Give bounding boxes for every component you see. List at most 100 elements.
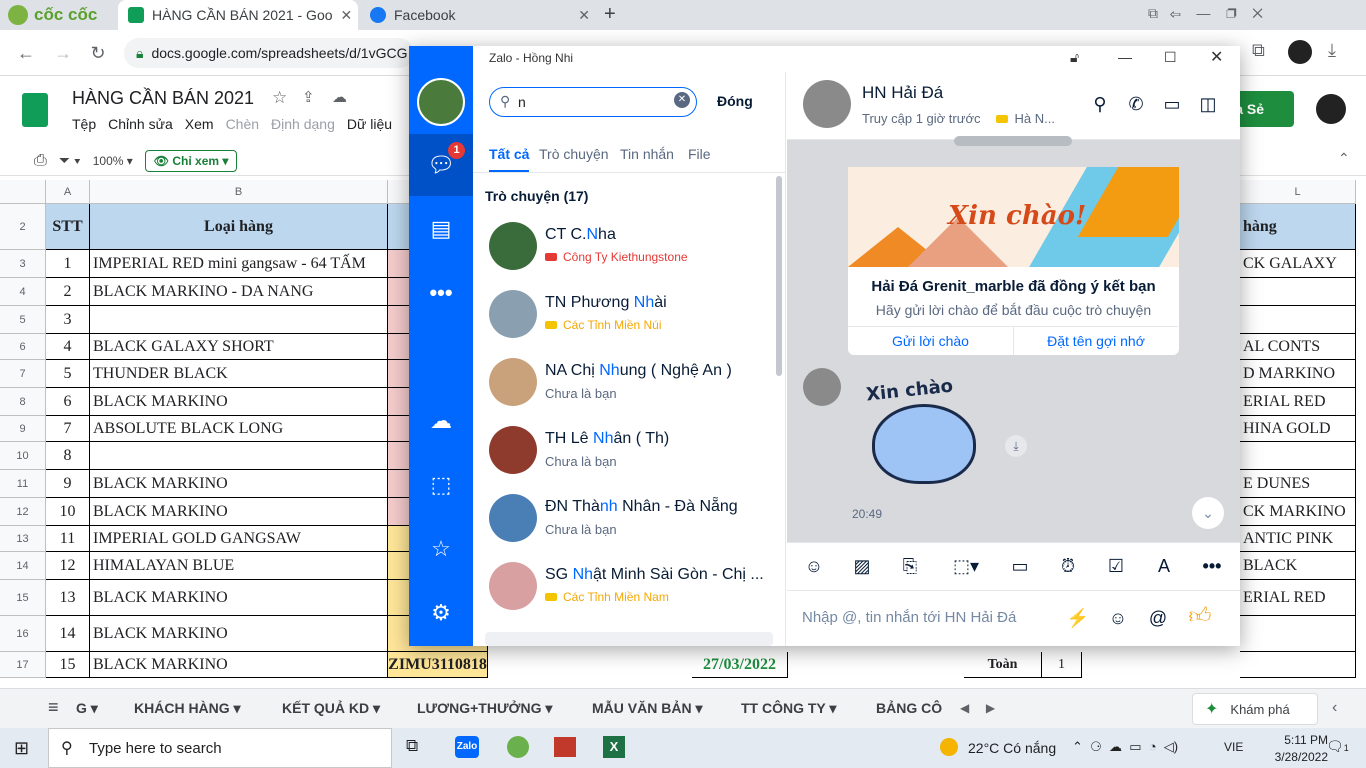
zalo-taskbar-icon[interactable]: Zalo <box>455 736 479 758</box>
menu-insert[interactable]: Chèn <box>226 116 259 132</box>
back-icon[interactable]: ← <box>13 40 39 66</box>
collapse-toolbar-icon[interactable]: ⌃ <box>1338 150 1350 167</box>
more-options-icon[interactable]: ••• <box>1200 554 1224 578</box>
tab-files[interactable]: File <box>688 146 711 162</box>
cell-person[interactable]: Toàn <box>964 652 1042 678</box>
menu-data[interactable]: Dữ liệu <box>347 116 392 132</box>
tab-facebook[interactable]: Facebook ✕ <box>360 0 600 30</box>
cell-stt[interactable]: 1 <box>46 250 90 278</box>
view-only-button[interactable]: 👁 Chỉ xem ▾ <box>144 149 238 172</box>
cell-loai-hang[interactable]: BLACK MARKINO <box>90 388 388 416</box>
cell-stt[interactable]: 14 <box>46 616 90 652</box>
cell-stt[interactable]: 3 <box>46 306 90 334</box>
menu-format[interactable]: Định dạng <box>271 116 335 132</box>
image-icon[interactable]: ▨ <box>850 554 874 578</box>
cell-stt[interactable]: 2 <box>46 278 90 306</box>
close-window-icon[interactable]: ✕ <box>1210 47 1223 67</box>
close-tab-icon[interactable]: ✕ <box>570 7 590 24</box>
cell-stt[interactable]: 4 <box>46 334 90 360</box>
cell-loai-hang[interactable]: BLACK GALAXY SHORT <box>90 334 388 360</box>
cell-l[interactable] <box>1240 442 1356 470</box>
new-tab-icon[interactable]: + <box>604 3 616 26</box>
sheet-tab-tt-cong-ty[interactable]: TT CÔNG TY ▾ <box>741 689 836 729</box>
row-header[interactable]: 5 <box>0 306 46 334</box>
clock-date[interactable]: 3/28/2022 <box>1272 750 1328 764</box>
cell-loai-hang[interactable]: BLACK MARKINO <box>90 498 388 526</box>
cell-loai-hang[interactable]: BLACK MARKINO <box>90 652 388 678</box>
app-taskbar-icon[interactable] <box>554 737 576 757</box>
cell-stt[interactable]: 5 <box>46 360 90 388</box>
select-all-corner[interactable] <box>0 180 46 204</box>
voice-call-icon[interactable]: ✆ <box>1124 92 1148 116</box>
cell-stt[interactable]: 15 <box>46 652 90 678</box>
row-header[interactable]: 7 <box>0 360 46 388</box>
header-col-l[interactable]: hàng <box>1240 204 1356 250</box>
taskbar-search[interactable]: ⚲ Type here to search <box>48 728 392 768</box>
cell-stt[interactable]: 9 <box>46 470 90 498</box>
cell-l[interactable]: D MARKINO <box>1240 360 1356 388</box>
settings-nav-icon[interactable]: ⚙ <box>409 582 473 644</box>
zoom-select[interactable]: 100% ▾ <box>93 154 133 168</box>
pin-lock-icon[interactable]: 🔓︎ <box>1070 49 1079 66</box>
video-call-icon[interactable]: ▭ <box>1160 92 1184 116</box>
favorites-nav-icon[interactable]: ☆ <box>409 518 473 580</box>
sticker-icon[interactable]: ☺ <box>802 554 826 578</box>
cell-l[interactable]: CK MARKINO <box>1240 498 1356 526</box>
sheet-tab-ket-qua-kd[interactable]: KẾT QUẢ KD ▾ <box>282 689 380 729</box>
close-tab-icon[interactable]: ✕ <box>333 7 353 24</box>
sender-avatar[interactable] <box>803 368 841 406</box>
conversation-item[interactable]: CT C.Nha Công Ty Kiethungstone <box>473 210 773 278</box>
cell-stt[interactable]: 11 <box>46 526 90 552</box>
download-sticker-icon[interactable]: ⤓ <box>1005 435 1027 457</box>
format-text-icon[interactable]: A <box>1152 554 1176 578</box>
cell-l[interactable]: ERIAL RED <box>1240 580 1356 616</box>
task-icon[interactable]: ☑ <box>1104 554 1128 578</box>
user-avatar[interactable] <box>417 78 465 126</box>
screenshot-icon[interactable]: ⬚▾ <box>946 554 986 578</box>
cell-loai-hang[interactable]: ABSOLUTE BLACK LONG <box>90 416 388 442</box>
move-icon[interactable]: ⇪ <box>302 88 315 106</box>
tab-sheets[interactable]: HÀNG CẦN BÁN 2021 - Goo ✕ <box>118 0 358 30</box>
thumbs-up-icon[interactable]: 👍︎ <box>1188 604 1212 628</box>
header-stt[interactable]: STT <box>46 204 90 250</box>
conversation-item[interactable]: SG Nhật Minh Sài Gòn - Chị ... Các Tỉnh M… <box>473 550 773 618</box>
cell-loai-hang[interactable]: BLACK MARKINO - DA NANG <box>90 278 388 306</box>
row-header[interactable]: 2 <box>0 204 46 250</box>
reminder-icon[interactable]: ⏰︎ <box>1056 554 1080 578</box>
cell-l[interactable]: AL CONTS <box>1240 334 1356 360</box>
sheet-tab-mau-van-ban[interactable]: MẪU VĂN BẢN ▾ <box>592 689 702 729</box>
cell-loai-hang[interactable]: IMPERIAL GOLD GANGSAW <box>90 526 388 552</box>
set-nickname-button[interactable]: Đặt tên gợi nhớ <box>1013 326 1178 355</box>
cell-loai-hang[interactable] <box>90 442 388 470</box>
sticker-character[interactable] <box>872 404 976 484</box>
reload-icon[interactable]: ↻ <box>85 40 111 66</box>
download-icon[interactable]: ⤓ <box>1328 40 1336 61</box>
conversation-item[interactable]: NA Chị Nhung ( Nghệ An ) Chưa là bạn <box>473 346 773 414</box>
header-loai-hang[interactable]: Loại hàng <box>90 204 388 250</box>
print-icon[interactable]: ⎙ <box>34 152 47 170</box>
row-header[interactable]: 16 <box>0 616 46 652</box>
close-search-button[interactable]: Đóng <box>717 93 753 109</box>
chat-nav-icon[interactable]: 💬︎ <box>409 134 473 196</box>
cell-code[interactable]: ZIMU3110818 <box>388 652 488 678</box>
minimize-icon[interactable]: — <box>1118 49 1132 65</box>
cell-stt[interactable]: 13 <box>46 580 90 616</box>
row-header[interactable]: 6 <box>0 334 46 360</box>
row-header[interactable]: 4 <box>0 278 46 306</box>
scroll-tabs-icon[interactable]: ◀ ▶ <box>960 701 995 715</box>
row-header[interactable]: 3 <box>0 250 46 278</box>
star-icon[interactable]: ☆ <box>272 88 287 108</box>
start-windows-icon[interactable]: ⊞ <box>14 738 29 759</box>
cell-l[interactable]: ERIAL RED <box>1240 388 1356 416</box>
col-header-b[interactable]: B <box>90 180 388 204</box>
col-header-a[interactable]: A <box>46 180 90 204</box>
conversation-scrollbar[interactable] <box>776 176 782 376</box>
tab-all[interactable]: Tất cả <box>489 146 529 162</box>
row-header[interactable]: 14 <box>0 552 46 580</box>
address-bar[interactable]: 🔒︎ docs.google.com/spreadsheets/d/1vGCG <box>124 38 414 68</box>
excel-taskbar-icon[interactable]: X <box>603 736 625 758</box>
message-input[interactable]: Nhập @, tin nhắn tới HN Hải Đá <box>802 609 1016 626</box>
cell-loai-hang[interactable]: THUNDER BLACK <box>90 360 388 388</box>
row-header[interactable]: 12 <box>0 498 46 526</box>
task-view-icon[interactable]: ⧉ <box>406 736 418 756</box>
